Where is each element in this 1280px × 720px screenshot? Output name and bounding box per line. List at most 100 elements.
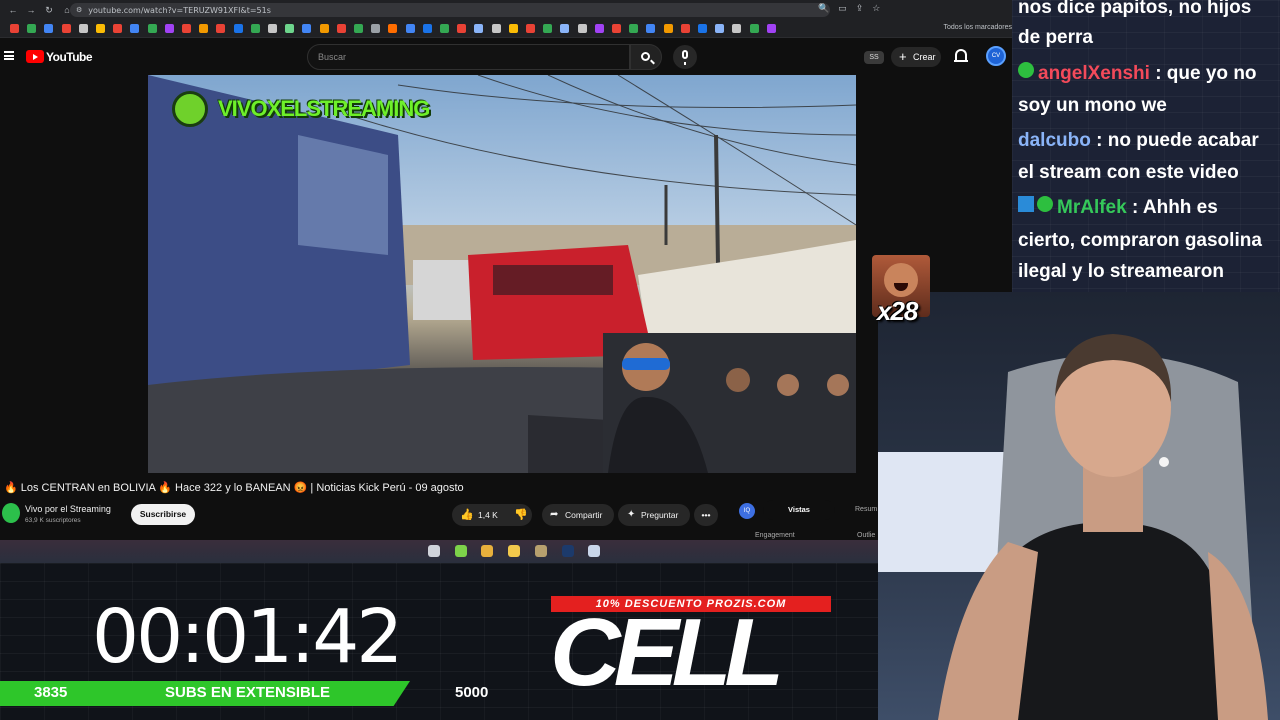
bookmark-icon[interactable] bbox=[302, 24, 312, 33]
app-green-taskbar-icon[interactable] bbox=[454, 545, 467, 557]
site-info-icon[interactable]: ⚙ bbox=[76, 6, 82, 14]
analytics-extension-icon[interactable]: IQ bbox=[739, 503, 755, 519]
bookmark-icon[interactable] bbox=[285, 24, 295, 33]
bookmark-icon[interactable] bbox=[629, 24, 639, 33]
bookmark-icon[interactable] bbox=[371, 24, 381, 33]
emote-count: x28 bbox=[877, 296, 918, 326]
forward-icon[interactable]: → bbox=[26, 5, 36, 15]
channel-name[interactable]: Vivo por el Streaming bbox=[25, 504, 111, 514]
back-icon[interactable]: ← bbox=[8, 5, 18, 15]
bookmark-icon[interactable] bbox=[130, 24, 140, 33]
app-diamond-taskbar-icon[interactable] bbox=[534, 545, 547, 557]
bookmark-icon[interactable] bbox=[543, 24, 553, 33]
bookmark-icon[interactable] bbox=[440, 24, 449, 33]
search-input[interactable]: Buscar bbox=[307, 44, 630, 70]
chat-text: ilegal y lo streamearon bbox=[1018, 261, 1224, 282]
bookmark-icon[interactable] bbox=[732, 24, 742, 33]
bookmark-icon[interactable] bbox=[698, 24, 707, 33]
bookmark-icon[interactable] bbox=[491, 24, 501, 33]
chrome-taskbar-icon[interactable] bbox=[481, 545, 494, 557]
tab-views[interactable]: Vistas bbox=[763, 500, 835, 520]
bookmark-icon[interactable] bbox=[594, 24, 604, 33]
bookmark-icon[interactable] bbox=[44, 24, 54, 33]
like-count[interactable]: 1,4 K bbox=[478, 504, 498, 526]
bookmark-icon[interactable] bbox=[405, 24, 415, 33]
share-page-icon[interactable]: ⇪ bbox=[856, 3, 864, 14]
bookmark-icon[interactable] bbox=[96, 24, 105, 33]
bookmark-icon[interactable] bbox=[577, 24, 587, 33]
share-button[interactable]: ➦ Compartir bbox=[542, 504, 614, 526]
bookmark-icon[interactable] bbox=[336, 24, 346, 33]
bookmark-icon[interactable] bbox=[78, 24, 88, 33]
bookmark-icon[interactable] bbox=[164, 24, 174, 33]
bookmark-icon[interactable] bbox=[27, 24, 37, 33]
reload-icon[interactable]: ↻ bbox=[44, 5, 54, 15]
dislike-icon[interactable]: 👎 bbox=[514, 504, 528, 526]
bookmark-icon[interactable] bbox=[560, 24, 570, 33]
like-dislike-group: 👍 1,4 K 👎 bbox=[452, 504, 532, 526]
bookmark-icon[interactable] bbox=[663, 24, 673, 33]
bookmark-icon[interactable] bbox=[612, 24, 621, 33]
youtube-brand[interactable]: YouTube bbox=[46, 50, 93, 64]
bookmark-icon[interactable] bbox=[646, 24, 656, 33]
bookmark-star-icon[interactable]: ☆ bbox=[872, 3, 880, 14]
tab-summary[interactable]: Resum bbox=[855, 506, 877, 513]
search-button[interactable] bbox=[630, 44, 662, 70]
bookmark-icon[interactable] bbox=[422, 24, 432, 33]
photoshop-taskbar-icon[interactable] bbox=[561, 545, 574, 557]
chat-text: soy un mono we bbox=[1018, 95, 1167, 116]
bookmark-icon[interactable] bbox=[508, 24, 518, 33]
bookmark-icon[interactable] bbox=[113, 24, 123, 33]
folder-taskbar-icon[interactable] bbox=[508, 545, 521, 557]
bookmark-icon[interactable] bbox=[749, 24, 759, 33]
cast-icon[interactable]: ▭ bbox=[838, 3, 847, 14]
notifications-bell-icon[interactable] bbox=[954, 49, 968, 62]
extension-badge[interactable]: SS bbox=[864, 51, 884, 64]
white-van bbox=[413, 260, 473, 320]
subscriber-badge-icon bbox=[1037, 196, 1053, 212]
bookmark-icon[interactable] bbox=[250, 24, 260, 33]
ask-button[interactable]: ✦ Preguntar bbox=[618, 504, 690, 526]
bookmark-icon[interactable] bbox=[319, 24, 329, 33]
video-player[interactable]: VIVOXELSTREAMING bbox=[148, 75, 856, 473]
chat-line: cierto, compraron gasolina bbox=[1018, 225, 1262, 257]
bookmark-icon[interactable] bbox=[147, 24, 157, 33]
youtube-logo-icon[interactable] bbox=[26, 50, 44, 63]
bookmark-icon[interactable] bbox=[61, 24, 71, 33]
utility-pole bbox=[714, 134, 720, 266]
address-bar[interactable]: ⚙ youtube.com/watch?v=TERUZW91XFI&t=51s bbox=[70, 3, 830, 17]
address-actions: 🔍 ▭ ⇪ ☆ bbox=[818, 3, 880, 14]
bookmark-icon[interactable] bbox=[354, 24, 363, 33]
voice-search-button[interactable] bbox=[673, 45, 697, 69]
all-bookmarks[interactable]: Todos los marcadores bbox=[944, 24, 1012, 31]
subs-goal: 5000 bbox=[455, 684, 489, 701]
bookmark-icon[interactable] bbox=[388, 24, 398, 33]
bookmark-icon[interactable] bbox=[199, 24, 209, 33]
channel-subscribers: 63,9 K suscriptores bbox=[25, 517, 81, 524]
menu-icon[interactable] bbox=[4, 51, 14, 60]
more-actions-button[interactable]: ••• bbox=[694, 504, 718, 526]
browser-taskbar-icon[interactable] bbox=[428, 545, 440, 557]
bookmark-icon[interactable] bbox=[216, 24, 226, 33]
os-taskbar bbox=[0, 540, 878, 563]
bookmark-icon[interactable] bbox=[526, 24, 535, 33]
channel-watermark: VIVOXELSTREAMING bbox=[172, 91, 430, 127]
bookmark-icon[interactable] bbox=[10, 24, 19, 33]
bookmark-icon[interactable] bbox=[457, 24, 467, 33]
bookmark-icon[interactable] bbox=[766, 24, 776, 33]
bookmark-icon[interactable] bbox=[474, 24, 484, 33]
like-icon[interactable]: 👍 bbox=[460, 504, 474, 526]
create-button[interactable]: + Crear bbox=[891, 47, 941, 67]
subscribe-button[interactable]: Suscribirse bbox=[131, 504, 195, 525]
zoom-icon[interactable]: 🔍 bbox=[818, 3, 829, 14]
sparkle-icon: ✦ bbox=[627, 509, 636, 520]
bookmark-icon[interactable] bbox=[182, 24, 191, 33]
bookmark-icon[interactable] bbox=[233, 24, 243, 33]
bookmark-icon[interactable] bbox=[715, 24, 725, 33]
bookmark-icon[interactable] bbox=[680, 24, 690, 33]
verified-badge-icon bbox=[1018, 196, 1034, 212]
avatar[interactable]: CV bbox=[986, 46, 1006, 66]
bookmark-icon[interactable] bbox=[268, 24, 277, 33]
channel-avatar[interactable] bbox=[2, 503, 20, 523]
app-globe-taskbar-icon[interactable] bbox=[588, 545, 601, 557]
